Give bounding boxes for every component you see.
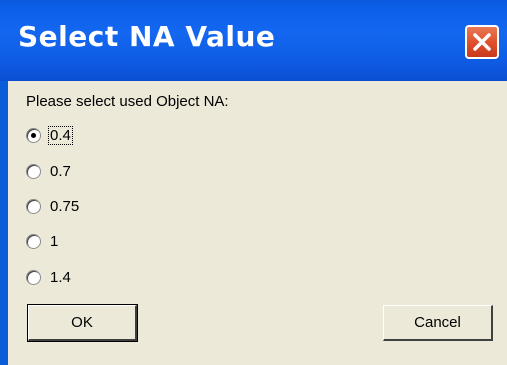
radio-label[interactable]: 0.4 [48,125,73,145]
dialog-body: Please select used Object NA: 0.4 0.7 0.… [8,81,507,365]
radio-button[interactable] [26,198,41,214]
radio-option-0.75[interactable]: 0.75 [26,195,80,217]
radio-button[interactable] [26,163,41,179]
title-bar[interactable]: Select NA Value [0,0,507,81]
radio-option-0.4[interactable]: 0.4 [26,124,73,146]
radio-option-1.4[interactable]: 1.4 [26,266,72,288]
ok-button[interactable]: OK [27,304,138,342]
radio-label[interactable]: 0.75 [49,198,80,215]
close-icon [473,33,491,51]
radio-button[interactable] [26,233,41,249]
radio-label[interactable]: 1 [49,233,59,250]
window-frame-left [0,81,8,365]
close-button[interactable] [465,25,499,59]
radio-label[interactable]: 1.4 [49,269,72,286]
prompt-label: Please select used Object NA: [26,93,229,110]
cancel-button[interactable]: Cancel [383,305,493,341]
radio-button[interactable] [26,269,41,285]
radio-selected-dot [31,132,36,138]
radio-button[interactable] [26,127,41,143]
radio-option-0.7[interactable]: 0.7 [26,160,72,182]
radio-label[interactable]: 0.7 [49,163,72,180]
window-title: Select NA Value [18,20,276,53]
radio-option-1[interactable]: 1 [26,230,59,252]
